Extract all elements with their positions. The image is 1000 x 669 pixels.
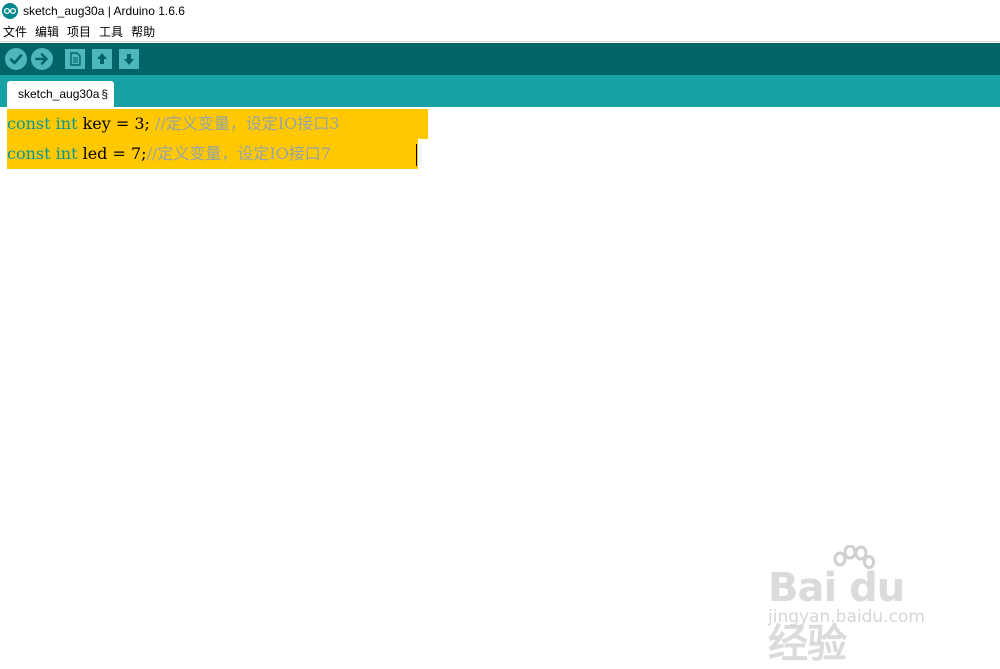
keyword: const — [7, 144, 51, 163]
menu-tools[interactable]: 工具 — [96, 23, 128, 40]
code-line-2[interactable]: const int led = 7;//定义变量，设定IO接口7 — [7, 139, 418, 169]
check-icon — [9, 54, 23, 65]
upload-button[interactable] — [31, 48, 53, 70]
title-bar: sketch_aug30a | Arduino 1.6.6 — [0, 0, 1000, 22]
menu-file[interactable]: 文件 — [0, 23, 32, 40]
code-comment: //定义变量，设定IO接口3 — [155, 114, 340, 133]
arrow-right-icon — [35, 53, 48, 65]
tab-sketch[interactable]: sketch_aug30a § — [7, 81, 115, 107]
code-text: key = 3; — [77, 114, 156, 133]
keyword: int — [55, 144, 78, 163]
arduino-logo-icon — [2, 3, 18, 19]
save-button[interactable] — [119, 49, 139, 69]
keyword: int — [55, 114, 78, 133]
arrow-up-icon — [97, 53, 107, 64]
open-button[interactable] — [92, 49, 112, 69]
code-line-1[interactable]: const int key = 3; //定义变量，设定IO接口3 — [7, 109, 428, 139]
menu-edit[interactable]: 编辑 — [32, 23, 64, 40]
watermark-url: jingyan.baidu.com — [768, 607, 925, 627]
tab-label: sketch_aug30a — [18, 87, 100, 101]
window-title: sketch_aug30a | Arduino 1.6.6 — [23, 4, 185, 18]
new-button[interactable] — [65, 49, 85, 69]
verify-button[interactable] — [5, 48, 27, 70]
menu-help[interactable]: 帮助 — [128, 23, 160, 40]
menu-bar: 文件 编辑 项目 工具 帮助 — [0, 22, 1000, 41]
arrow-down-icon — [124, 54, 134, 65]
code-text: led = 7; — [77, 144, 147, 163]
watermark: Bai du 经验 jingyan.baidu.com — [760, 545, 950, 667]
toolbar — [0, 43, 1000, 75]
text-caret — [416, 144, 417, 166]
menu-sketch[interactable]: 项目 — [64, 23, 96, 40]
new-file-icon — [70, 52, 81, 66]
tab-bar: sketch_aug30a § — [0, 75, 1000, 107]
tab-modified-marker: § — [101, 87, 109, 101]
keyword: const — [7, 114, 51, 133]
menu-divider — [0, 41, 1000, 42]
code-comment: //定义变量，设定IO接口7 — [146, 144, 331, 163]
